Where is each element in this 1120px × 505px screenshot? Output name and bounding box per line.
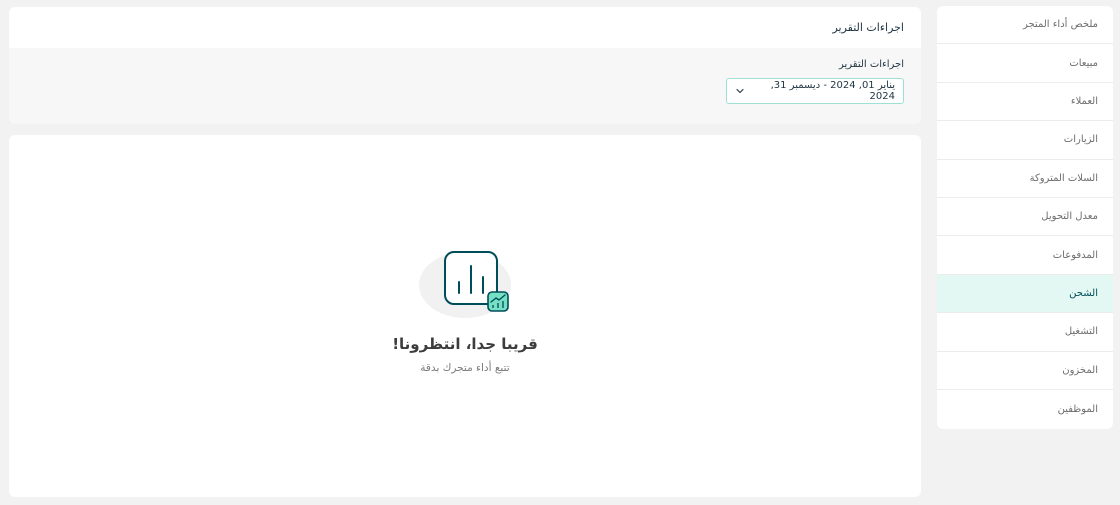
sidebar-item-conversion-rate[interactable]: معدل التحويل (937, 198, 1113, 237)
report-content-panel: قريبا جدا، انتظرونا! تتبع أداء متجرك بدق… (9, 135, 921, 497)
sidebar-item-label: المدفوعات (1052, 249, 1098, 261)
sidebar-item-label: المخزون (1062, 364, 1098, 376)
report-actions-header: اجراءات التقرير (9, 7, 921, 48)
page: ملخص أداء المتجر مبيعات العملاء الزيارات… (0, 0, 1120, 505)
chevron-down-icon (735, 86, 745, 96)
date-range-label: اجراءات التقرير (838, 59, 904, 70)
panel-title: اجراءات التقرير (832, 21, 904, 34)
date-range-value: يناير 01, 2024 - ديسمبر 31, 2024 (770, 80, 895, 102)
sidebar-item-label: ملخص أداء المتجر (1022, 19, 1098, 31)
sidebar-item-label: مبيعات (1069, 57, 1098, 69)
sidebar-item-operations[interactable]: التشغيل (937, 313, 1113, 352)
report-actions-body: اجراءات التقرير يناير 01, 2024 - ديسمبر … (9, 48, 921, 104)
sidebar-item-label: معدل التحويل (1041, 211, 1098, 223)
sidebar-item-inventory[interactable]: المخزون (937, 352, 1113, 390)
sidebar-item-sales[interactable]: مبيعات (937, 44, 1113, 83)
sidebar-item-employees[interactable]: الموظفين (937, 390, 1113, 428)
sidebar-item-label: السلات المتروكة (1029, 172, 1098, 184)
sidebar-item-label: الزيارات (1063, 134, 1098, 146)
chart-growth-icon (415, 247, 515, 329)
empty-state-title: قريبا جدا، انتظرونا! (392, 335, 538, 353)
sidebar-item-abandoned-carts[interactable]: السلات المتروكة (937, 160, 1113, 198)
sidebar-item-label: التشغيل (1064, 326, 1098, 338)
sidebar-item-payments[interactable]: المدفوعات (937, 236, 1113, 275)
reports-sidebar: ملخص أداء المتجر مبيعات العملاء الزيارات… (937, 6, 1113, 429)
report-actions-panel: اجراءات التقرير اجراءات التقرير يناير 01… (9, 7, 921, 124)
empty-state-subtitle: تتبع أداء متجرك بدقة (420, 362, 510, 374)
sidebar-item-customers[interactable]: العملاء (937, 83, 1113, 122)
date-range-picker[interactable]: يناير 01, 2024 - ديسمبر 31, 2024 (726, 78, 904, 104)
sidebar-item-label: الشحن (1069, 287, 1098, 299)
sidebar-item-visits[interactable]: الزيارات (937, 121, 1113, 160)
sidebar-item-store-summary[interactable]: ملخص أداء المتجر (937, 6, 1113, 45)
sidebar-item-label: العملاء (1070, 95, 1098, 107)
sidebar-item-shipping[interactable]: الشحن (937, 274, 1113, 314)
sidebar-item-label: الموظفين (1057, 403, 1098, 415)
